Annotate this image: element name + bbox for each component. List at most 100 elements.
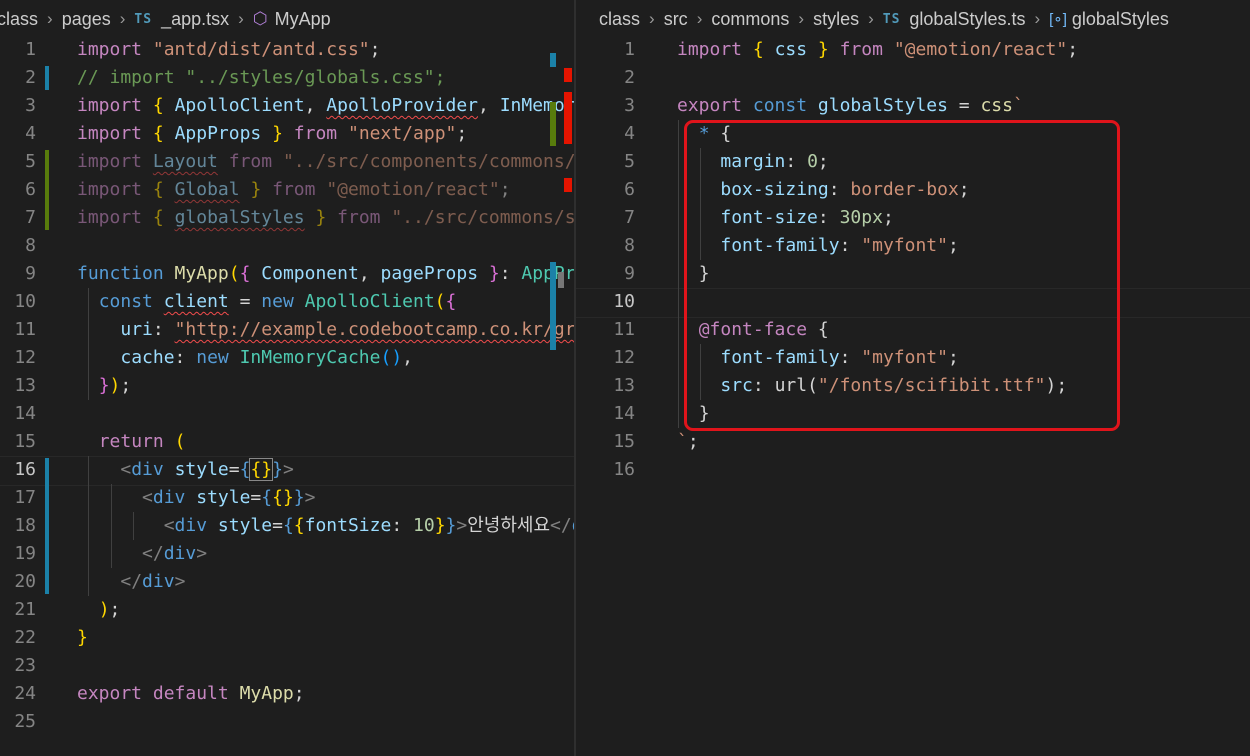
code-line[interactable]: 3 export const globalStyles = css`: [576, 92, 1250, 120]
code-token: div: [163, 543, 197, 564]
code-line[interactable]: 16: [576, 456, 1250, 484]
code-line[interactable]: 12 cache: new InMemoryCache(),: [0, 344, 574, 372]
code-token: {: [239, 263, 251, 284]
code-line[interactable]: 1 import { css } from "@emotion/react";: [576, 36, 1250, 64]
line-number: 25: [14, 711, 36, 732]
code-token: ): [109, 375, 121, 396]
code-token: AppProps: [174, 123, 262, 144]
code-line[interactable]: 25: [0, 708, 574, 736]
code-token: }: [77, 627, 88, 648]
code-line[interactable]: 19 </div>: [0, 540, 574, 568]
breadcrumb-item-pages[interactable]: pages: [62, 9, 111, 30]
code-line[interactable]: 15 return (: [0, 428, 574, 456]
breadcrumb-item-symbol[interactable]: globalStyles: [1072, 9, 1169, 30]
line-number: 12: [613, 347, 635, 368]
breadcrumb-item-file[interactable]: _app.tsx: [161, 9, 229, 30]
breadcrumb-item-file[interactable]: globalStyles.ts: [909, 9, 1025, 30]
code-line[interactable]: 3 import { ApolloClient, ApolloProvider, …: [0, 92, 574, 120]
code-text: export const globalStyles = css`: [677, 92, 1024, 120]
code-line[interactable]: 11 uri: "http://example.codebootcamp.co.…: [0, 316, 574, 344]
minimap-slider[interactable]: [558, 272, 564, 288]
code-editor[interactable]: 1 import "antd/dist/antd.css"; 2 // import …: [0, 36, 574, 736]
minimap[interactable]: [550, 40, 574, 380]
editor-pane-right[interactable]: class › src › commons › styles › TS glob…: [576, 0, 1250, 756]
line-number: 11: [613, 319, 635, 340]
indent-guide: [88, 456, 89, 596]
code-text: <div style={{}}>: [77, 484, 315, 512]
code-token: export: [77, 683, 143, 704]
git-change-marker[interactable]: [45, 66, 49, 90]
code-line[interactable]: 21 );: [0, 596, 574, 624]
code-token: {: [152, 95, 164, 116]
code-line[interactable]: 2: [576, 64, 1250, 92]
code-line[interactable]: 4 import { AppProps } from "next/app";: [0, 120, 574, 148]
breadcrumb-item-styles[interactable]: styles: [813, 9, 859, 30]
code-token: }: [272, 459, 283, 480]
code-token: default: [152, 683, 229, 704]
line-number: 19: [14, 543, 36, 564]
code-line[interactable]: 18 <div style={{fontSize: 10}}>안녕하세요</di…: [0, 512, 574, 540]
code-line[interactable]: 10 const client = new ApolloClient({: [0, 288, 574, 316]
code-line[interactable]: 7 import { globalStyles } from "../src/co…: [0, 204, 574, 232]
minimap-modified-marker: [550, 53, 556, 67]
code-token: {: [152, 207, 164, 228]
editor-pane-left[interactable]: class › pages › TS _app.tsx › ⬡ MyApp 1 i…: [0, 0, 574, 756]
code-line[interactable]: 14: [0, 400, 574, 428]
line-number: 17: [14, 487, 36, 508]
code-text: import Layout from "../src/components/co…: [77, 148, 574, 176]
code-line[interactable]: 9 function MyApp({ Component, pageProps }…: [0, 260, 574, 288]
code-line[interactable]: 15 `;: [576, 428, 1250, 456]
code-token: ;: [1067, 39, 1079, 60]
code-token: from: [839, 39, 883, 60]
code-token: div: [174, 515, 208, 536]
code-line[interactable]: 1 import "antd/dist/antd.css";: [0, 36, 574, 64]
chevron-right-icon: ›: [868, 9, 874, 28]
code-line[interactable]: 13 });: [0, 372, 574, 400]
code-line[interactable]: 17 <div style={{}}>: [0, 484, 574, 512]
code-token: </: [550, 515, 572, 536]
code-line[interactable]: 16 <div style={{}}>: [0, 456, 574, 486]
line-number: 6: [624, 179, 635, 200]
code-text: `;: [677, 428, 699, 456]
code-token: ApolloProvider: [326, 95, 479, 116]
code-token: style: [217, 515, 273, 536]
breadcrumb-item-commons[interactable]: commons: [711, 9, 789, 30]
code-line[interactable]: 2 // import "../styles/globals.css";: [0, 64, 574, 92]
code-token: client: [163, 291, 229, 312]
git-change-marker[interactable]: [45, 458, 49, 594]
code-token: {: [261, 487, 273, 508]
code-line[interactable]: 5 import Layout from "../src/components/c…: [0, 148, 574, 176]
code-token: Layout: [152, 151, 218, 172]
code-token: {}: [249, 458, 274, 481]
code-token: }: [434, 515, 446, 536]
code-line[interactable]: 24 export default MyApp;: [0, 680, 574, 708]
breadcrumb-item-class[interactable]: class: [0, 9, 38, 30]
code-token: "http://example.codebootcamp.co.kr/graph…: [174, 319, 574, 340]
chevron-right-icon: ›: [1034, 9, 1041, 28]
code-line[interactable]: 22}: [0, 624, 574, 652]
git-change-marker[interactable]: [45, 150, 49, 230]
code-token: </: [142, 543, 164, 564]
code-token: >: [282, 459, 294, 480]
code-line[interactable]: 20 </div>: [0, 568, 574, 596]
breadcrumb-item-symbol[interactable]: MyApp: [275, 9, 331, 30]
breadcrumb-item-class[interactable]: class: [599, 9, 640, 30]
code-line[interactable]: 6 import { Global } from "@emotion/react"…: [0, 176, 574, 204]
code-line[interactable]: 23: [0, 652, 574, 680]
line-number: 4: [25, 123, 36, 144]
code-text: import { Global } from "@emotion/react";: [77, 176, 511, 204]
code-line[interactable]: 8: [0, 232, 574, 260]
breadcrumb-item-src[interactable]: src: [664, 9, 688, 30]
code-token: "@emotion/react": [326, 179, 500, 200]
